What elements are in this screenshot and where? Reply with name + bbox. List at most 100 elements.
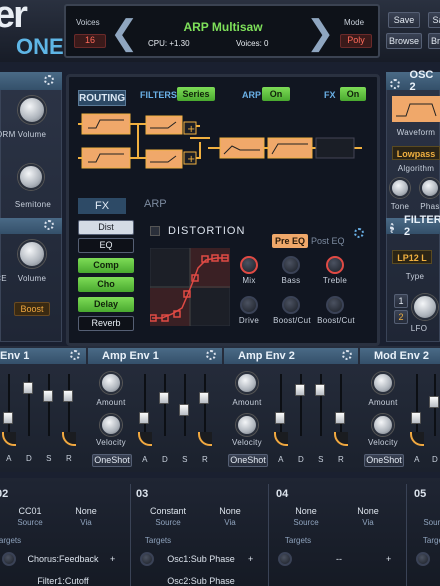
settings-gear-icon[interactable] (354, 228, 364, 238)
slider-thumb[interactable] (159, 392, 169, 404)
via-value[interactable]: None (64, 506, 108, 516)
fx-item-reverb[interactable]: Reverb (78, 316, 134, 331)
form-label: ORM (0, 130, 16, 139)
source-value[interactable]: CC01 (10, 506, 50, 516)
save-button[interactable]: Save (388, 12, 420, 28)
slider-thumb[interactable] (335, 412, 345, 424)
filter2-select-1[interactable]: 1 (394, 294, 408, 308)
gear-icon[interactable] (44, 220, 54, 230)
mode-select[interactable]: Poly (340, 34, 372, 48)
target-value[interactable]: -- (296, 554, 382, 564)
drive-knob[interactable] (240, 296, 258, 314)
gear-icon[interactable] (342, 350, 352, 360)
amount-knob[interactable] (372, 372, 394, 394)
oneshot-button[interactable]: OneShot (228, 454, 268, 467)
next-preset-button[interactable]: ❯ (306, 16, 335, 50)
velocity-knob[interactable] (236, 414, 258, 436)
boost-cut-knob[interactable] (282, 296, 300, 314)
filter2-header: FILTER 2 (386, 214, 440, 238)
volume-2-knob[interactable] (18, 240, 46, 268)
amount-label: Amount (96, 398, 126, 407)
pre-eq-button[interactable]: Pre EQ (272, 234, 308, 248)
gear-icon[interactable] (70, 350, 80, 360)
target-value[interactable]: Osc1:Sub Phase (158, 554, 244, 564)
fx-item-cho[interactable]: Cho (78, 277, 134, 292)
browse-2-button[interactable]: Bro (428, 33, 440, 49)
add-target-button[interactable]: + (248, 554, 253, 564)
filter2-select-2[interactable]: 2 (394, 310, 408, 324)
bass-knob[interactable] (282, 256, 300, 274)
tab-arp[interactable]: ARP (144, 198, 167, 210)
slider-thumb[interactable] (139, 412, 149, 424)
fx-item-comp[interactable]: Comp (78, 258, 134, 273)
slider-thumb[interactable] (3, 412, 13, 424)
target-value-2[interactable]: Osc2:Sub Phase (158, 576, 244, 586)
gear-icon[interactable] (44, 75, 54, 85)
preset-name[interactable]: ARP Multisaw (146, 20, 300, 34)
slider-thumb[interactable] (23, 382, 33, 394)
volume-knob[interactable] (18, 96, 46, 124)
boost-button[interactable]: Boost (14, 302, 50, 316)
target-value[interactable]: Chorus:Feedback (20, 554, 106, 564)
filter2-type-select[interactable]: LP12 L (392, 250, 432, 264)
filters-toggle[interactable]: Series (177, 87, 215, 101)
prev-preset-button[interactable]: ❮ (110, 16, 139, 50)
fx-item-delay[interactable]: Delay (78, 297, 134, 312)
source-label: Source (17, 518, 43, 527)
target-amount-knob[interactable] (416, 552, 430, 566)
oneshot-button[interactable]: OneShot (92, 454, 132, 467)
waveform-label: Waveform (396, 128, 436, 137)
slider-thumb[interactable] (411, 412, 421, 424)
target-amount-knob[interactable] (140, 552, 154, 566)
boost-cut-2-knob[interactable] (326, 296, 344, 314)
fx-item-dist[interactable]: Dist (78, 220, 134, 235)
target-amount-knob[interactable] (278, 552, 292, 566)
fx-toggle[interactable]: On (340, 87, 366, 101)
gear-icon[interactable] (390, 79, 400, 89)
distortion-enable-checkbox[interactable] (150, 226, 160, 236)
save-as-button[interactable]: Sa (428, 12, 440, 28)
voices-select[interactable]: 16 (74, 34, 106, 48)
velocity-knob[interactable] (100, 414, 122, 436)
add-target-button[interactable]: + (386, 554, 391, 564)
post-eq-button[interactable]: Post EQ (311, 236, 345, 246)
env-block (219, 137, 265, 159)
amount-knob[interactable] (100, 372, 122, 394)
target-value-2[interactable]: Filter1:Cutoff (20, 576, 106, 586)
gear-icon[interactable] (390, 223, 394, 233)
slider-thumb[interactable] (315, 384, 325, 396)
lfo-knob[interactable] (412, 294, 438, 320)
attack-label: A (142, 455, 148, 464)
fx-item-eq[interactable]: EQ (78, 238, 134, 253)
source-value[interactable]: Constant (142, 506, 194, 516)
mix-knob[interactable] (240, 256, 258, 274)
slider-thumb[interactable] (43, 390, 53, 402)
amount-knob[interactable] (236, 372, 258, 394)
velocity-knob[interactable] (372, 414, 394, 436)
slider-thumb[interactable] (179, 404, 189, 416)
semitone-knob[interactable] (18, 164, 44, 190)
via-label: Via (80, 518, 92, 527)
arp-toggle[interactable]: On (262, 87, 290, 101)
slider-thumb[interactable] (63, 390, 73, 402)
via-value[interactable]: None (346, 506, 390, 516)
slider-thumb[interactable] (295, 384, 305, 396)
tone-knob[interactable] (390, 178, 410, 198)
slider-thumb[interactable] (429, 396, 439, 408)
targets-label: Targets (144, 536, 172, 545)
target-amount-knob[interactable] (2, 552, 16, 566)
add-target-button[interactable]: + (110, 554, 115, 564)
phase-knob[interactable] (420, 178, 440, 198)
slider-thumb[interactable] (275, 412, 285, 424)
slider-thumb[interactable] (199, 392, 209, 404)
filter-type-select[interactable]: Lowpass (392, 146, 440, 160)
browse-button[interactable]: Browse (386, 33, 422, 49)
output-block (315, 137, 355, 159)
oneshot-button[interactable]: OneShot (364, 454, 404, 467)
source-label: Source (155, 518, 181, 527)
via-value[interactable]: None (208, 506, 252, 516)
treble-knob[interactable] (326, 256, 344, 274)
gear-icon[interactable] (206, 350, 216, 360)
source-value[interactable]: None (284, 506, 328, 516)
tab-fx[interactable]: FX (78, 198, 126, 214)
